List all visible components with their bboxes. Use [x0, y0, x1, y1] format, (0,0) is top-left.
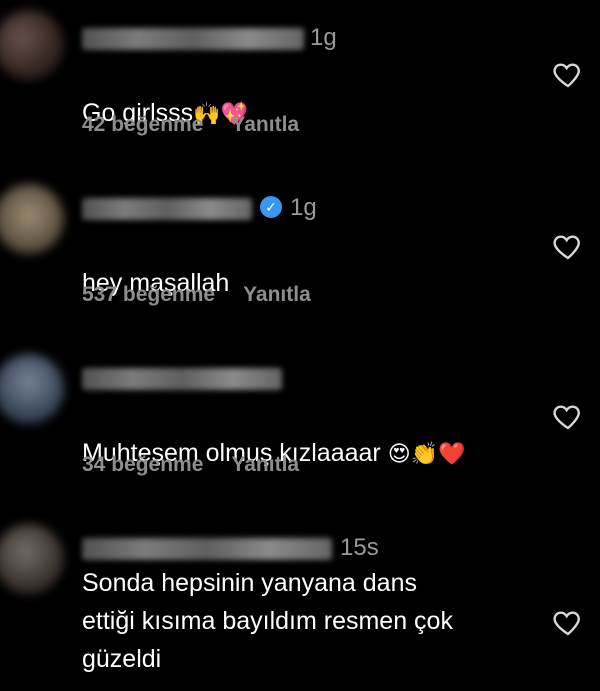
- reply-button[interactable]: Yanıtla: [243, 283, 311, 307]
- like-count[interactable]: 42 beğenme: [82, 113, 203, 137]
- comment-actions: 537 beğenme Yanıtla: [82, 283, 311, 307]
- heart-outline-icon[interactable]: [552, 58, 584, 90]
- comment-emojis: 😍👏❤️: [387, 442, 466, 467]
- like-count[interactable]: 537 beğenme: [82, 283, 215, 307]
- comment-time: 1g: [290, 194, 317, 221]
- username-blurred[interactable]: [82, 368, 282, 390]
- comment-text: Sonda hepsinin yanyana dans ettiği kısım…: [82, 569, 453, 673]
- comment-time: 1g: [310, 24, 337, 51]
- comment-actions: 42 beğenme Yanıtla: [82, 113, 299, 137]
- heart-outline-icon[interactable]: [552, 400, 584, 432]
- avatar[interactable]: [0, 184, 64, 254]
- username-blurred[interactable]: [82, 198, 252, 220]
- username-blurred[interactable]: [82, 538, 332, 560]
- avatar[interactable]: [0, 524, 64, 594]
- avatar[interactable]: [0, 354, 64, 424]
- reply-button[interactable]: Yanıtla: [231, 113, 299, 137]
- heart-outline-icon[interactable]: [552, 606, 584, 638]
- verified-badge-icon: ✓: [260, 196, 282, 218]
- comment-actions: 34 beğenme Yanıtla: [82, 453, 299, 477]
- username-blurred[interactable]: [82, 28, 304, 50]
- avatar[interactable]: [0, 10, 64, 80]
- reply-button[interactable]: Yanıtla: [231, 453, 299, 477]
- comment-time: 15s: [340, 534, 379, 561]
- like-count[interactable]: 34 beğenme: [82, 453, 203, 477]
- heart-outline-icon[interactable]: [552, 230, 584, 262]
